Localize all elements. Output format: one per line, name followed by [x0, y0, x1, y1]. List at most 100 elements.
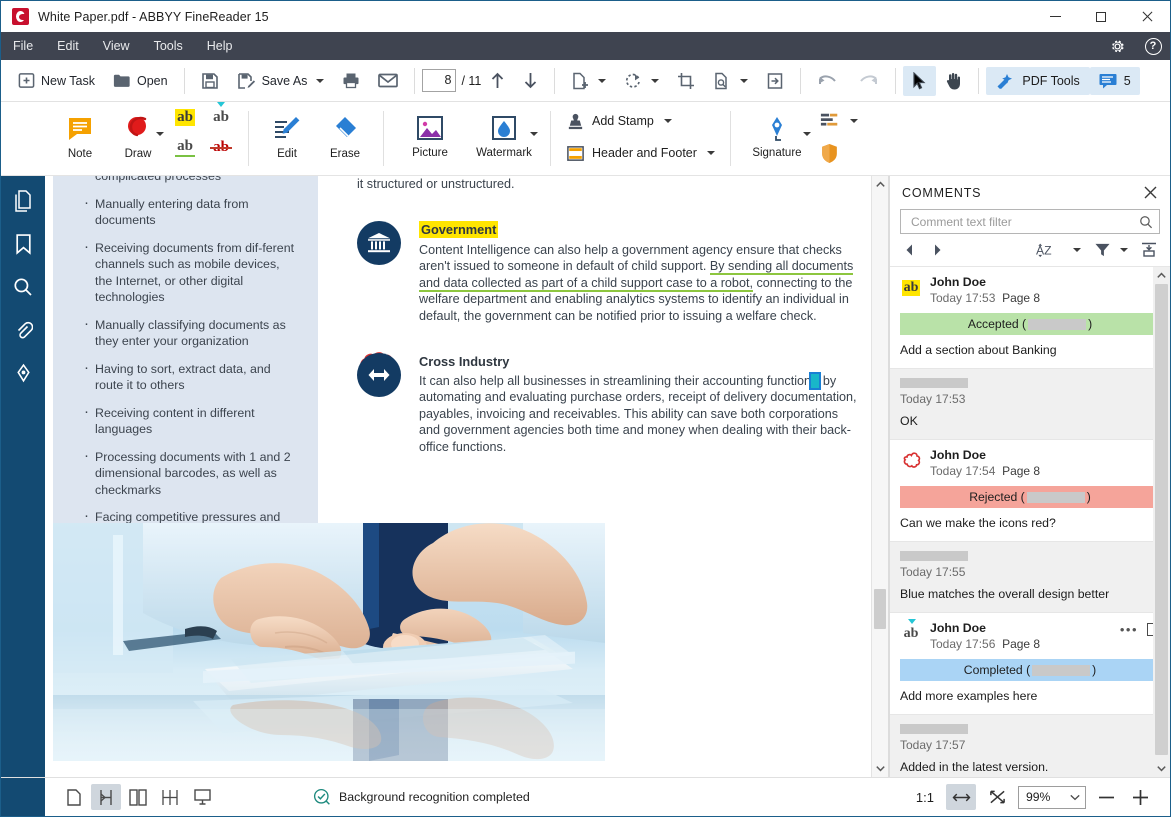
zoom-level-select[interactable]: 99%: [1018, 786, 1086, 809]
scroll-up-icon[interactable]: [1153, 267, 1170, 284]
sort-comments-button[interactable]: AZ: [1034, 238, 1068, 262]
chevron-down-icon[interactable]: [598, 79, 606, 83]
comment-item[interactable]: ab John Doe Today 17:53 Page 8 Accepted …: [890, 267, 1170, 369]
add-text-ab-icon[interactable]: ab: [211, 109, 231, 126]
help-circle-icon[interactable]: ?: [1142, 35, 1164, 57]
new-task-button[interactable]: New Task: [9, 66, 104, 96]
chevron-down-icon[interactable]: [1070, 794, 1080, 801]
comment-reply[interactable]: Today 17:53 OK: [890, 369, 1170, 440]
watermark-tool[interactable]: Watermark: [467, 102, 541, 172]
scrollbar-thumb[interactable]: [874, 589, 886, 629]
comments-scrollbar[interactable]: [1153, 267, 1170, 777]
previous-page-button[interactable]: [481, 66, 514, 96]
scroll-down-icon[interactable]: [1153, 760, 1170, 777]
search-icon[interactable]: [10, 274, 36, 300]
erase-tool[interactable]: Erase: [316, 102, 374, 172]
view-two-page-button[interactable]: [123, 784, 153, 810]
save-as-button[interactable]: Save As: [228, 66, 334, 96]
email-button[interactable]: [369, 66, 407, 96]
document-viewer[interactable]: complicated processes Manually entering …: [45, 176, 889, 777]
edit-tool[interactable]: Edit: [258, 102, 316, 172]
previous-comment-button[interactable]: [896, 238, 922, 262]
header-footer-button[interactable]: Header and Footer: [560, 139, 721, 167]
status-badge[interactable]: Completed (): [900, 659, 1160, 681]
menu-file[interactable]: File: [1, 32, 45, 60]
undo-button[interactable]: [808, 66, 848, 96]
menu-view[interactable]: View: [91, 32, 142, 60]
save-button[interactable]: [192, 66, 228, 96]
draw-tool[interactable]: Draw: [109, 102, 167, 172]
comments-list[interactable]: ab John Doe Today 17:53 Page 8 Accepted …: [890, 266, 1170, 777]
hand-tool-button[interactable]: [936, 66, 971, 96]
pdf-tools-button[interactable]: PDF Tools: [986, 67, 1089, 95]
search-icon[interactable]: [1139, 215, 1153, 229]
view-two-page-scroll-button[interactable]: [155, 784, 185, 810]
close-icon[interactable]: [1140, 183, 1160, 203]
export-button[interactable]: [757, 66, 793, 96]
chevron-down-icon[interactable]: [740, 79, 748, 83]
menu-help[interactable]: Help: [195, 32, 245, 60]
chevron-down-icon[interactable]: [530, 132, 538, 136]
comment-filter-input[interactable]: [909, 214, 1139, 230]
zoom-in-button[interactable]: [1126, 784, 1154, 810]
chevron-down-icon[interactable]: [1073, 248, 1081, 252]
crop-button[interactable]: [668, 66, 704, 96]
redaction-button[interactable]: [814, 139, 864, 167]
chevron-down-icon[interactable]: [1120, 248, 1128, 252]
bookmark-icon[interactable]: [10, 231, 36, 257]
filter-comments-button[interactable]: [1089, 238, 1115, 262]
section-title-highlighted[interactable]: Government: [419, 221, 498, 238]
status-badge[interactable]: Accepted (): [900, 313, 1160, 335]
maximize-button[interactable]: [1078, 1, 1124, 32]
open-button[interactable]: Open: [104, 66, 177, 96]
comments-toggle-button[interactable]: 5: [1090, 67, 1140, 95]
chevron-down-icon[interactable]: [651, 79, 659, 83]
comment-group-selected[interactable]: ••• ab John Doe Today 17:56 Page 8: [890, 613, 1170, 777]
chevron-down-icon[interactable]: [664, 119, 672, 123]
view-presentation-button[interactable]: [187, 784, 217, 810]
chevron-down-icon[interactable]: [850, 119, 858, 123]
signature-icon[interactable]: [10, 360, 36, 386]
pages-icon[interactable]: [10, 188, 36, 214]
minimize-button[interactable]: [1032, 1, 1078, 32]
close-button[interactable]: [1124, 1, 1170, 32]
more-actions-icon[interactable]: •••: [1120, 625, 1138, 635]
bates-numbering-button[interactable]: [814, 107, 864, 135]
next-page-button[interactable]: [514, 66, 547, 96]
note-tool[interactable]: Note: [51, 102, 109, 172]
redo-button[interactable]: [848, 66, 888, 96]
menu-edit[interactable]: Edit: [45, 32, 91, 60]
rotate-button[interactable]: [615, 66, 668, 96]
find-button[interactable]: [704, 66, 757, 96]
view-single-page-button[interactable]: [59, 784, 89, 810]
zoom-out-button[interactable]: [1092, 784, 1120, 810]
comment-filter-field[interactable]: [900, 209, 1160, 234]
signature-tool[interactable]: Signature: [740, 102, 814, 172]
status-badge[interactable]: Rejected (): [900, 486, 1160, 508]
print-button[interactable]: [333, 66, 369, 96]
select-tool-button[interactable]: [903, 66, 936, 96]
chevron-down-icon[interactable]: [156, 132, 164, 136]
scroll-up-icon[interactable]: [872, 176, 888, 193]
add-pages-button[interactable]: [562, 66, 615, 96]
chevron-down-icon[interactable]: [707, 151, 715, 155]
menu-tools[interactable]: Tools: [142, 32, 195, 60]
collapse-all-button[interactable]: [1136, 238, 1162, 262]
highlight-ab-icon[interactable]: ab: [175, 109, 195, 126]
picture-tool[interactable]: Picture: [393, 102, 467, 172]
view-single-scroll-button[interactable]: [91, 784, 121, 810]
underline-ab-icon[interactable]: ab: [175, 138, 195, 157]
next-comment-button[interactable]: [924, 238, 950, 262]
comment-reply[interactable]: Today 17:57 Added in the latest version.: [890, 715, 1170, 777]
chevron-down-icon[interactable]: [803, 132, 811, 136]
gear-icon[interactable]: [1106, 35, 1128, 57]
fit-width-button[interactable]: [946, 784, 976, 810]
scroll-down-icon[interactable]: [872, 760, 888, 777]
strikethrough-ab-icon[interactable]: ab: [211, 139, 231, 156]
comment-item[interactable]: John Doe Today 17:54 Page 8 Rejected () …: [890, 440, 1170, 542]
fit-page-button[interactable]: [982, 784, 1012, 810]
actual-size-button[interactable]: 1:1: [910, 790, 940, 805]
document-scrollbar[interactable]: [871, 176, 888, 777]
page-number-input[interactable]: 8: [422, 69, 456, 92]
add-stamp-button[interactable]: Add Stamp: [560, 107, 721, 135]
